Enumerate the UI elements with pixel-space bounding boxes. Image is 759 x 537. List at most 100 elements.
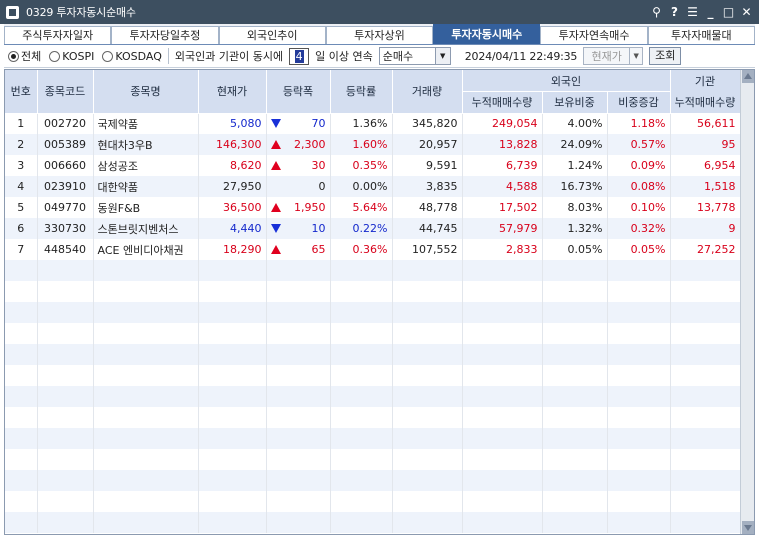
- empty-cell: [198, 512, 267, 533]
- header-foreign-diff[interactable]: 비중증감: [607, 91, 671, 114]
- empty-cell: [670, 470, 741, 491]
- empty-cell: [607, 344, 671, 365]
- cell-no: 6: [5, 218, 38, 239]
- empty-row: [5, 386, 741, 407]
- chevron-down-icon[interactable]: ▼: [434, 48, 450, 64]
- empty-cell: [607, 365, 671, 386]
- empty-cell: [330, 449, 393, 470]
- price-type-select[interactable]: 현재가 ▼: [583, 47, 644, 65]
- empty-cell: [670, 512, 741, 533]
- empty-cell: [542, 365, 608, 386]
- cell-name[interactable]: 대한약품: [93, 176, 199, 197]
- trade-type-select[interactable]: 순매수 ▼: [378, 47, 451, 65]
- cell-rate: 0.35%: [330, 155, 393, 176]
- empty-cell: [542, 281, 608, 302]
- menu-icon[interactable]: ☰: [686, 0, 699, 24]
- table-row[interactable]: 3 006660 삼성공조 8,620 30 0.35% 9,591 6,739 1.24% 0.…: [5, 155, 741, 176]
- cell-change: 10: [266, 218, 331, 239]
- title-bar: 0329 투자자동시순매수 ⚲ ? ☰ _ □ ✕: [0, 0, 759, 24]
- empty-cell: [198, 260, 267, 281]
- empty-cell: [266, 323, 331, 344]
- minimize-icon[interactable]: _: [704, 0, 717, 24]
- filter-toolbar: 전체 KOSPI KOSDAQ 외국인과 기관이 동시에 4 일 이상 연속 순…: [4, 45, 755, 68]
- header-price[interactable]: 현재가: [198, 70, 267, 114]
- tab-consecutive-buy[interactable]: 투자자연속매수: [540, 26, 648, 44]
- up-arrow-icon: [270, 245, 281, 254]
- cell-name[interactable]: 스톤브릿지벤처스: [93, 218, 199, 239]
- cell-no: 5: [5, 197, 38, 218]
- empty-cell: [607, 470, 671, 491]
- tab-investor-daily[interactable]: 주식투자자일자: [4, 26, 112, 44]
- cell-name[interactable]: 삼성공조: [93, 155, 199, 176]
- market-radio-kospi[interactable]: KOSPI: [49, 50, 94, 63]
- cell-name[interactable]: 동원F&B: [93, 197, 199, 218]
- header-code[interactable]: 종목코드: [37, 70, 94, 114]
- cell-name[interactable]: ACE 엔비디아채권: [93, 239, 199, 260]
- scroll-down-icon[interactable]: [742, 521, 754, 534]
- empty-cell: [93, 428, 199, 449]
- tab-investor-top[interactable]: 투자자상위: [325, 26, 434, 44]
- cell-volume: 20,957: [392, 134, 463, 155]
- market-radio-kosdaq[interactable]: KOSDAQ: [102, 50, 162, 63]
- cell-name[interactable]: 국제약품: [93, 113, 199, 134]
- cell-no: 4: [5, 176, 38, 197]
- query-button[interactable]: 조회: [649, 47, 682, 65]
- empty-cell: [266, 365, 331, 386]
- empty-cell: [607, 407, 671, 428]
- table-row[interactable]: 5 049770 동원F&B 36,500 1,950 5.64% 48,778 17,502…: [5, 197, 741, 218]
- market-radio-all[interactable]: 전체: [8, 48, 41, 64]
- empty-cell: [330, 470, 393, 491]
- header-volume[interactable]: 거래량: [392, 70, 463, 114]
- help-icon[interactable]: ?: [668, 0, 681, 24]
- pin-icon[interactable]: ⚲: [650, 0, 663, 24]
- empty-row: [5, 302, 741, 323]
- radio-icon: [49, 50, 61, 62]
- header-no[interactable]: 번호: [5, 70, 38, 114]
- empty-cell: [93, 365, 199, 386]
- empty-cell: [93, 449, 199, 470]
- maximize-icon[interactable]: □: [722, 0, 735, 24]
- header-foreign-hold[interactable]: 보유비중: [542, 91, 608, 114]
- empty-row: [5, 365, 741, 386]
- table-row[interactable]: 6 330730 스톤브릿지벤처스 4,440 10 0.22% 44,745 57,979 1…: [5, 218, 741, 239]
- header-rate[interactable]: 등락률: [330, 70, 393, 114]
- empty-cell: [607, 302, 671, 323]
- cell-foreign-net: 4,588: [462, 176, 543, 197]
- close-icon[interactable]: ✕: [740, 0, 753, 24]
- empty-cell: [542, 323, 608, 344]
- up-arrow-icon: [270, 161, 281, 170]
- empty-cell: [5, 407, 38, 428]
- empty-cell: [5, 386, 38, 407]
- empty-cell: [670, 260, 741, 281]
- header-inst-net[interactable]: 누적매매수량: [670, 91, 741, 114]
- cell-code: 006660: [37, 155, 94, 176]
- table-row[interactable]: 2 005389 현대차3우B 146,300 2,300 1.60% 20,957 13,8…: [5, 134, 741, 155]
- empty-cell: [93, 323, 199, 344]
- header-name[interactable]: 종목명: [93, 70, 199, 114]
- empty-row: [5, 323, 741, 344]
- cell-name[interactable]: 현대차3우B: [93, 134, 199, 155]
- empty-cell: [607, 428, 671, 449]
- tab-investor-estimate[interactable]: 투자자당일추정: [111, 26, 219, 44]
- tab-simultaneous-buy[interactable]: 투자자동시매수: [433, 24, 541, 44]
- tab-volume-profile[interactable]: 투자자매물대: [647, 26, 755, 44]
- tab-foreign-trend[interactable]: 외국인추이: [218, 26, 326, 44]
- chevron-down-icon[interactable]: ▼: [629, 48, 642, 64]
- table-row[interactable]: 7 448540 ACE 엔비디아채권 18,290 65 0.36% 107,552 2,8…: [5, 239, 741, 260]
- table-row[interactable]: 4 023910 대한약품 27,950 0 0.00% 3,835 4,588 16.73% 0…: [5, 176, 741, 197]
- empty-cell: [392, 470, 463, 491]
- days-input[interactable]: 4: [289, 47, 310, 65]
- cell-change: 30: [266, 155, 331, 176]
- header-foreign-net[interactable]: 누적매매수량: [462, 91, 543, 114]
- table-row[interactable]: 1 002720 국제약품 5,080 70 1.36% 345,820 249,054 4.0…: [5, 113, 741, 134]
- empty-cell: [266, 386, 331, 407]
- scroll-up-icon[interactable]: [742, 70, 754, 83]
- app-icon: [6, 5, 19, 19]
- window-title: 0329 투자자동시순매수: [26, 6, 136, 19]
- vertical-scrollbar[interactable]: [740, 70, 754, 534]
- empty-cell: [37, 386, 94, 407]
- empty-cell: [392, 386, 463, 407]
- empty-cell: [93, 470, 199, 491]
- empty-cell: [37, 491, 94, 512]
- header-change[interactable]: 등락폭: [266, 70, 331, 114]
